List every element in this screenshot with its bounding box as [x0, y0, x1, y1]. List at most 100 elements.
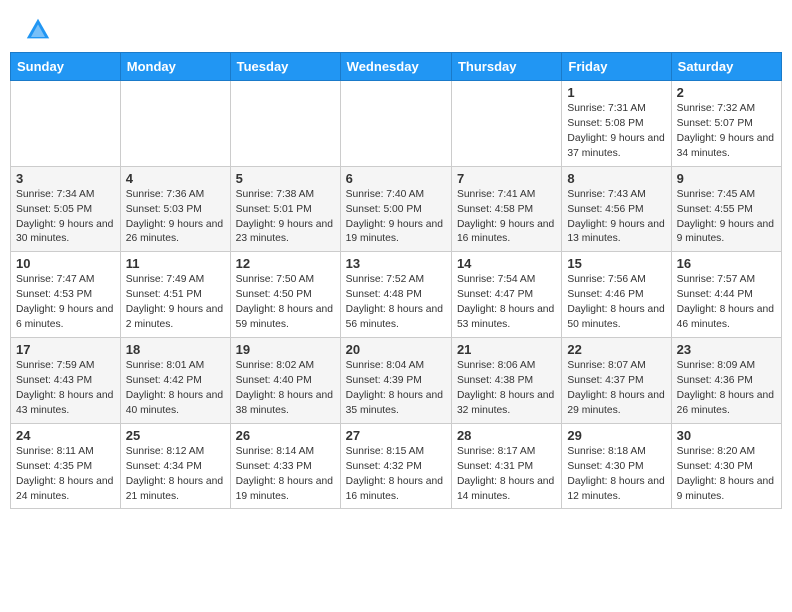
day-number: 22 [567, 342, 665, 357]
day-info: Sunrise: 7:50 AM Sunset: 4:50 PM Dayligh… [236, 273, 335, 333]
day-info: Sunrise: 8:14 AM Sunset: 4:33 PM Dayligh… [236, 445, 335, 505]
day-info: Sunrise: 7:40 AM Sunset: 5:00 PM Dayligh… [346, 188, 446, 248]
calendar-cell: 7 Sunrise: 7:41 AM Sunset: 4:58 PM Daylig… [451, 166, 561, 252]
day-number: 10 [16, 256, 115, 271]
day-number: 20 [346, 342, 446, 357]
calendar-cell: 10 Sunrise: 7:47 AM Sunset: 4:53 PM Dayli… [11, 252, 121, 338]
day-info: Sunrise: 8:06 AM Sunset: 4:38 PM Dayligh… [457, 359, 556, 419]
calendar-cell [120, 81, 230, 167]
day-number: 24 [16, 428, 115, 443]
calendar-cell: 14Sunrise: 7:54 AM Sunset: 4:47 PM Dayli… [451, 252, 561, 338]
calendar-week-row: 1 Sunrise: 7:31 AM Sunset: 5:08 PM Daylig… [11, 81, 782, 167]
day-info: Sunrise: 8:20 AM Sunset: 4:30 PM Dayligh… [677, 445, 776, 505]
day-number: 28 [457, 428, 556, 443]
calendar-cell: 17 Sunrise: 7:59 AM Sunset: 4:43 PM Dayli… [11, 338, 121, 424]
calendar-cell: 11 Sunrise: 7:49 AM Sunset: 4:51 PM Dayli… [120, 252, 230, 338]
day-number: 5 [236, 171, 335, 186]
calendar-cell: 21 Sunrise: 8:06 AM Sunset: 4:38 PM Dayli… [451, 338, 561, 424]
column-header-sunday: Sunday [11, 53, 121, 81]
calendar-cell [11, 81, 121, 167]
day-info: Sunrise: 7:31 AM Sunset: 5:08 PM Dayligh… [567, 102, 665, 162]
calendar-table: SundayMondayTuesdayWednesdayThursdayFrid… [10, 52, 782, 509]
day-number: 4 [126, 171, 225, 186]
day-number: 1 [567, 85, 665, 100]
calendar-cell [340, 81, 451, 167]
day-info: Sunrise: 7:36 AM Sunset: 5:03 PM Dayligh… [126, 188, 225, 248]
day-number: 27 [346, 428, 446, 443]
day-number: 26 [236, 428, 335, 443]
day-number: 3 [16, 171, 115, 186]
calendar-cell: 24 Sunrise: 8:11 AM Sunset: 4:35 PM Dayli… [11, 423, 121, 509]
day-info: Sunrise: 8:11 AM Sunset: 4:35 PM Dayligh… [16, 445, 115, 505]
day-info: Sunrise: 8:04 AM Sunset: 4:39 PM Dayligh… [346, 359, 446, 419]
calendar-cell: 3Sunrise: 7:34 AM Sunset: 5:05 PM Daylig… [11, 166, 121, 252]
calendar-cell: 12 Sunrise: 7:50 AM Sunset: 4:50 PM Dayli… [230, 252, 340, 338]
day-info: Sunrise: 7:57 AM Sunset: 4:44 PM Dayligh… [677, 273, 776, 333]
calendar-container: SundayMondayTuesdayWednesdayThursdayFrid… [0, 52, 792, 519]
calendar-cell: 9 Sunrise: 7:45 AM Sunset: 4:55 PM Daylig… [671, 166, 781, 252]
day-info: Sunrise: 8:15 AM Sunset: 4:32 PM Dayligh… [346, 445, 446, 505]
day-number: 18 [126, 342, 225, 357]
day-info: Sunrise: 7:52 AM Sunset: 4:48 PM Dayligh… [346, 273, 446, 333]
calendar-cell: 26 Sunrise: 8:14 AM Sunset: 4:33 PM Dayli… [230, 423, 340, 509]
column-header-thursday: Thursday [451, 53, 561, 81]
day-info: Sunrise: 8:17 AM Sunset: 4:31 PM Dayligh… [457, 445, 556, 505]
calendar-cell: 18 Sunrise: 8:01 AM Sunset: 4:42 PM Dayli… [120, 338, 230, 424]
day-number: 25 [126, 428, 225, 443]
day-info: Sunrise: 7:56 AM Sunset: 4:46 PM Dayligh… [567, 273, 665, 333]
day-number: 19 [236, 342, 335, 357]
day-info: Sunrise: 7:45 AM Sunset: 4:55 PM Dayligh… [677, 188, 776, 248]
day-number: 9 [677, 171, 776, 186]
day-info: Sunrise: 7:32 AM Sunset: 5:07 PM Dayligh… [677, 102, 776, 162]
day-info: Sunrise: 7:47 AM Sunset: 4:53 PM Dayligh… [16, 273, 115, 333]
day-number: 8 [567, 171, 665, 186]
day-info: Sunrise: 8:02 AM Sunset: 4:40 PM Dayligh… [236, 359, 335, 419]
calendar-cell: 1 Sunrise: 7:31 AM Sunset: 5:08 PM Daylig… [562, 81, 671, 167]
calendar-cell: 8 Sunrise: 7:43 AM Sunset: 4:56 PM Daylig… [562, 166, 671, 252]
day-number: 15 [567, 256, 665, 271]
day-number: 12 [236, 256, 335, 271]
day-number: 2 [677, 85, 776, 100]
calendar-header-row: SundayMondayTuesdayWednesdayThursdayFrid… [11, 53, 782, 81]
calendar-cell: 6 Sunrise: 7:40 AM Sunset: 5:00 PM Daylig… [340, 166, 451, 252]
column-header-saturday: Saturday [671, 53, 781, 81]
calendar-cell: 23Sunrise: 8:09 AM Sunset: 4:36 PM Dayli… [671, 338, 781, 424]
calendar-cell: 25Sunrise: 8:12 AM Sunset: 4:34 PM Dayli… [120, 423, 230, 509]
calendar-cell: 16 Sunrise: 7:57 AM Sunset: 4:44 PM Dayli… [671, 252, 781, 338]
day-info: Sunrise: 8:09 AM Sunset: 4:36 PM Dayligh… [677, 359, 776, 419]
calendar-cell: 27 Sunrise: 8:15 AM Sunset: 4:32 PM Dayli… [340, 423, 451, 509]
day-number: 17 [16, 342, 115, 357]
calendar-cell: 28 Sunrise: 8:17 AM Sunset: 4:31 PM Dayli… [451, 423, 561, 509]
column-header-wednesday: Wednesday [340, 53, 451, 81]
day-number: 7 [457, 171, 556, 186]
column-header-monday: Monday [120, 53, 230, 81]
day-number: 29 [567, 428, 665, 443]
calendar-cell: 30Sunrise: 8:20 AM Sunset: 4:30 PM Dayli… [671, 423, 781, 509]
calendar-cell [230, 81, 340, 167]
day-number: 6 [346, 171, 446, 186]
logo-icon [24, 16, 52, 44]
calendar-week-row: 10 Sunrise: 7:47 AM Sunset: 4:53 PM Dayli… [11, 252, 782, 338]
calendar-week-row: 3Sunrise: 7:34 AM Sunset: 5:05 PM Daylig… [11, 166, 782, 252]
day-number: 14 [457, 256, 556, 271]
day-info: Sunrise: 8:07 AM Sunset: 4:37 PM Dayligh… [567, 359, 665, 419]
day-info: Sunrise: 8:18 AM Sunset: 4:30 PM Dayligh… [567, 445, 665, 505]
day-info: Sunrise: 7:59 AM Sunset: 4:43 PM Dayligh… [16, 359, 115, 419]
day-info: Sunrise: 7:41 AM Sunset: 4:58 PM Dayligh… [457, 188, 556, 248]
page-header [0, 0, 792, 52]
day-number: 21 [457, 342, 556, 357]
day-info: Sunrise: 8:01 AM Sunset: 4:42 PM Dayligh… [126, 359, 225, 419]
day-info: Sunrise: 7:43 AM Sunset: 4:56 PM Dayligh… [567, 188, 665, 248]
column-header-tuesday: Tuesday [230, 53, 340, 81]
day-info: Sunrise: 7:38 AM Sunset: 5:01 PM Dayligh… [236, 188, 335, 248]
day-number: 16 [677, 256, 776, 271]
calendar-cell: 22 Sunrise: 8:07 AM Sunset: 4:37 PM Dayli… [562, 338, 671, 424]
day-number: 11 [126, 256, 225, 271]
calendar-cell: 2 Sunrise: 7:32 AM Sunset: 5:07 PM Daylig… [671, 81, 781, 167]
calendar-cell: 4 Sunrise: 7:36 AM Sunset: 5:03 PM Daylig… [120, 166, 230, 252]
calendar-cell: 13Sunrise: 7:52 AM Sunset: 4:48 PM Dayli… [340, 252, 451, 338]
calendar-week-row: 24 Sunrise: 8:11 AM Sunset: 4:35 PM Dayli… [11, 423, 782, 509]
day-info: Sunrise: 7:49 AM Sunset: 4:51 PM Dayligh… [126, 273, 225, 333]
calendar-cell [451, 81, 561, 167]
calendar-cell: 5 Sunrise: 7:38 AM Sunset: 5:01 PM Daylig… [230, 166, 340, 252]
